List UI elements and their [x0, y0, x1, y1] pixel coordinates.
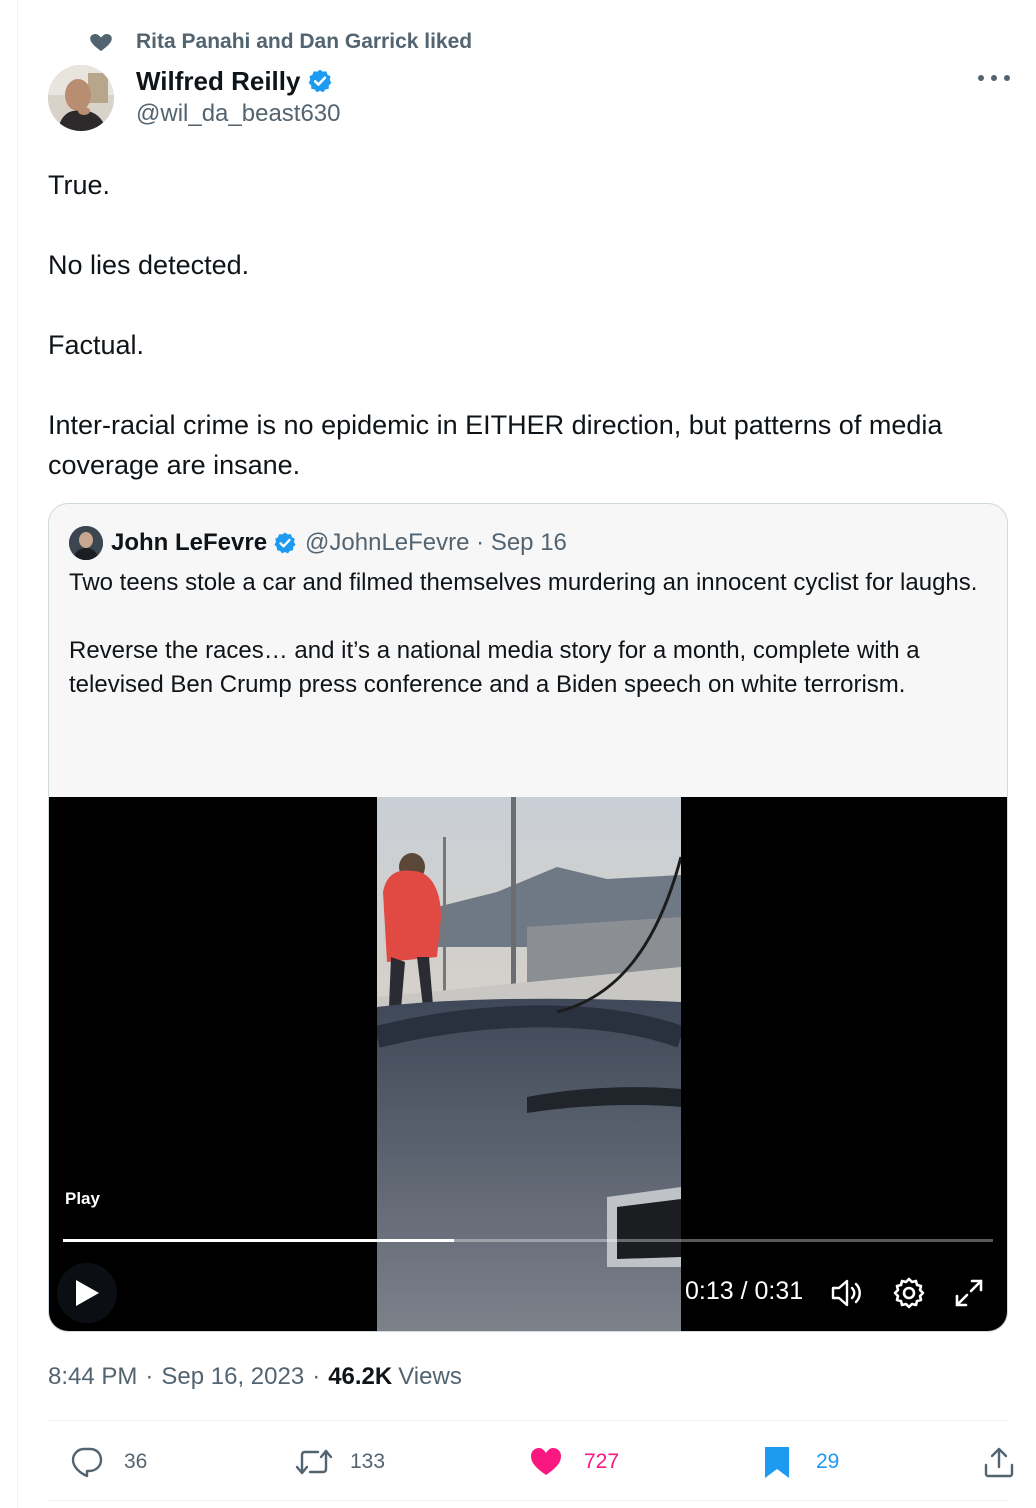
repost-icon — [295, 1449, 333, 1475]
quoted-handle-date: @JohnLeFevre · Sep 16 — [305, 529, 567, 556]
video-thumbnail — [377, 797, 681, 1331]
avatar[interactable] — [48, 65, 114, 131]
tweet-paragraph: Inter-racial crime is no epidemic in EIT… — [48, 410, 943, 480]
quoted-paragraph: Two teens stole a car and filmed themsel… — [69, 569, 978, 596]
author-handle[interactable]: @wil_da_beast630 — [136, 100, 341, 128]
like-count: 727 — [584, 1450, 620, 1473]
quoted-header: John LeFevre @JohnLeFevre · Sep 16 — [69, 526, 567, 560]
verified-badge-icon[interactable] — [307, 68, 333, 94]
reply-count: 36 — [124, 1450, 148, 1473]
play-icon — [76, 1280, 99, 1306]
share-icon — [984, 1447, 1014, 1478]
video-time: 0:13 / 0:31 — [685, 1277, 804, 1305]
tweet-text: True. No lies detected. Factual. Inter-r… — [48, 165, 1008, 485]
heart-filled-icon — [531, 1448, 561, 1475]
quoted-paragraph: Reverse the races… and it’s a national m… — [69, 637, 920, 698]
bookmark-button[interactable]: 29 — [762, 1440, 839, 1484]
quoted-text: Two teens stole a car and filmed themsel… — [69, 566, 989, 702]
share-button[interactable] — [982, 1440, 1016, 1484]
divider — [48, 1500, 1008, 1501]
divider — [48, 1420, 1008, 1421]
play-button[interactable] — [57, 1263, 117, 1323]
author-block: Wilfred Reilly @wil_da_beast630 — [136, 64, 341, 128]
video-progress-fill — [63, 1239, 454, 1242]
social-context: Rita Panahi and Dan Garrick liked — [90, 30, 472, 54]
settings-gear-icon[interactable] — [891, 1275, 927, 1311]
tweet-timestamp: 8:44 PM · Sep 16, 2023 · 46.2K Views — [48, 1363, 462, 1391]
tweet-paragraph: No lies detected. — [48, 250, 250, 280]
like-button[interactable]: 727 — [528, 1440, 619, 1484]
reply-icon — [71, 1447, 103, 1478]
video-frame — [377, 797, 681, 1331]
liked-by-text[interactable]: Rita Panahi and Dan Garrick liked — [136, 30, 472, 54]
action-bar: 36 133 727 29 — [48, 1440, 1014, 1484]
video-player[interactable]: Play 0:13 / 0:31 — [49, 797, 1007, 1331]
views-label: Views — [398, 1363, 462, 1390]
tweet-time[interactable]: 8:44 PM — [48, 1363, 137, 1391]
volume-icon[interactable] — [829, 1275, 865, 1311]
video-progress-bar[interactable] — [63, 1239, 993, 1242]
avatar-photo — [48, 65, 114, 131]
fullscreen-icon[interactable] — [951, 1275, 987, 1311]
quoted-avatar[interactable] — [69, 526, 103, 560]
repost-button[interactable]: 133 — [294, 1440, 385, 1484]
more-options-icon[interactable] — [978, 66, 1010, 90]
tweet-card: Rita Panahi and Dan Garrick liked Wilfre… — [17, 0, 1036, 1508]
quoted-author-name[interactable]: John LeFevre — [111, 529, 267, 557]
reply-button[interactable]: 36 — [70, 1440, 147, 1484]
bookmark-filled-icon — [765, 1447, 789, 1478]
bookmark-count: 29 — [816, 1450, 840, 1473]
views-count: 46.2K — [328, 1363, 393, 1390]
play-label: Play — [65, 1189, 100, 1208]
tweet-date[interactable]: Sep 16, 2023 — [161, 1363, 304, 1391]
heart-icon — [90, 34, 112, 52]
tweet-paragraph: True. — [48, 170, 111, 200]
quoted-tweet[interactable]: John LeFevre @JohnLeFevre · Sep 16 Two t… — [48, 503, 1008, 1332]
verified-badge-icon — [274, 532, 296, 554]
tweet-paragraph: Factual. — [48, 330, 145, 360]
repost-count: 133 — [350, 1450, 386, 1473]
author-name[interactable]: Wilfred Reilly — [136, 66, 300, 97]
